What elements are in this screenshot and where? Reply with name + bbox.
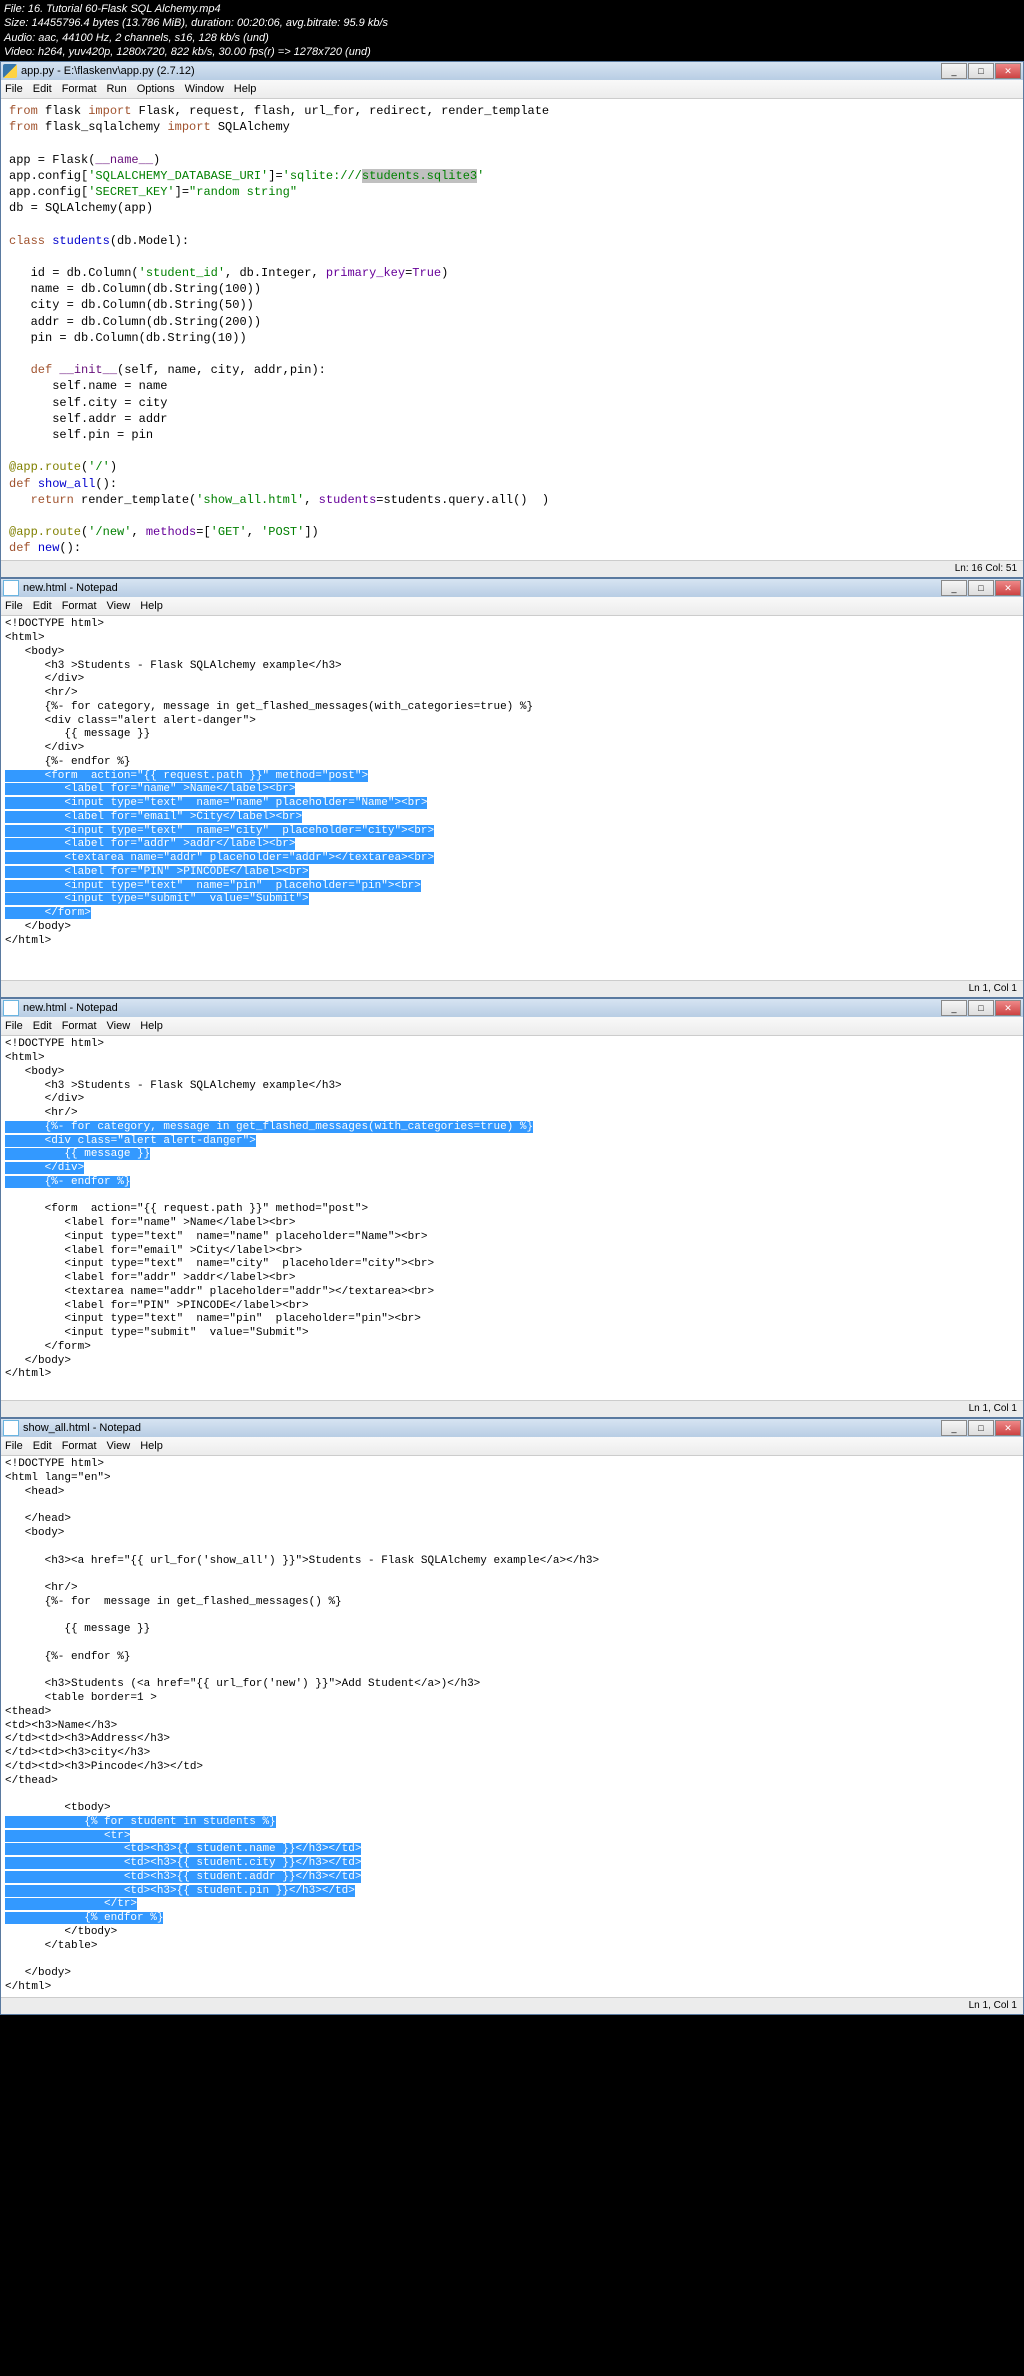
notepad1-title: new.html - Notepad — [23, 582, 941, 594]
close-button[interactable]: ✕ — [995, 1000, 1021, 1016]
notepad3-statusbar: Ln 1, Col 1 — [1, 1997, 1023, 2014]
menu-edit[interactable]: Edit — [33, 1020, 52, 1032]
notepad-icon — [3, 580, 19, 596]
notepad1-text-area[interactable]: <!DOCTYPE html> <html> <body> <h3 >Stude… — [1, 616, 1023, 980]
menu-help[interactable]: Help — [140, 1020, 163, 1032]
window-controls: _ □ ✕ — [941, 63, 1021, 79]
window-controls: _ □ ✕ — [941, 1420, 1021, 1436]
maximize-button[interactable]: □ — [968, 1000, 994, 1016]
menu-view[interactable]: View — [107, 1020, 131, 1032]
video-size-line: Size: 14455796.4 bytes (13.786 MiB), dur… — [4, 16, 1020, 30]
menu-file[interactable]: File — [5, 83, 23, 95]
notepad2-titlebar[interactable]: new.html - Notepad _ □ ✕ — [1, 999, 1023, 1017]
selected-text: students.sqlite3 — [362, 169, 477, 183]
notepad1-titlebar[interactable]: new.html - Notepad _ □ ✕ — [1, 579, 1023, 597]
close-button[interactable]: ✕ — [995, 580, 1021, 596]
close-button[interactable]: ✕ — [995, 63, 1021, 79]
minimize-button[interactable]: _ — [941, 1000, 967, 1016]
menu-run[interactable]: Run — [107, 83, 127, 95]
menu-window[interactable]: Window — [185, 83, 224, 95]
menu-options[interactable]: Options — [137, 83, 175, 95]
menu-view[interactable]: View — [107, 600, 131, 612]
menu-view[interactable]: View — [107, 1440, 131, 1452]
menu-help[interactable]: Help — [140, 1440, 163, 1452]
menu-edit[interactable]: Edit — [33, 600, 52, 612]
menu-edit[interactable]: Edit — [33, 1440, 52, 1452]
notepad3-menubar: File Edit Format View Help — [1, 1437, 1023, 1456]
selected-text: {%- for category, message in get_flashed… — [5, 1121, 533, 1188]
notepad1-statusbar: Ln 1, Col 1 — [1, 980, 1023, 997]
python-code-editor[interactable]: from flask import Flask, request, flash,… — [1, 99, 1023, 560]
window-controls: _ □ ✕ — [941, 1000, 1021, 1016]
maximize-button[interactable]: □ — [968, 63, 994, 79]
video-audio-line: Audio: aac, 44100 Hz, 2 channels, s16, 1… — [4, 31, 1020, 45]
idle-menubar: File Edit Format Run Options Window Help — [1, 80, 1023, 99]
notepad-icon — [3, 1000, 19, 1016]
menu-file[interactable]: File — [5, 1020, 23, 1032]
notepad-icon — [3, 1420, 19, 1436]
menu-format[interactable]: Format — [62, 600, 97, 612]
notepad2-title: new.html - Notepad — [23, 1002, 941, 1014]
selected-text: {% for student in students %} <tr> <td><… — [5, 1816, 361, 1924]
video-video-line: Video: h264, yuv420p, 1280x720, 822 kb/s… — [4, 45, 1020, 59]
window-controls: _ □ ✕ — [941, 580, 1021, 596]
menu-file[interactable]: File — [5, 600, 23, 612]
notepad2-statusbar: Ln 1, Col 1 — [1, 1400, 1023, 1417]
minimize-button[interactable]: _ — [941, 63, 967, 79]
minimize-button[interactable]: _ — [941, 1420, 967, 1436]
notepad-window-1: new.html - Notepad _ □ ✕ File Edit Forma… — [0, 578, 1024, 998]
notepad3-text-area[interactable]: <!DOCTYPE html> <html lang="en"> <head> … — [1, 1456, 1023, 1996]
video-file-line: File: 16. Tutorial 60-Flask SQL Alchemy.… — [4, 2, 1020, 16]
menu-edit[interactable]: Edit — [33, 83, 52, 95]
menu-format[interactable]: Format — [62, 83, 97, 95]
notepad1-menubar: File Edit Format View Help — [1, 597, 1023, 616]
maximize-button[interactable]: □ — [968, 1420, 994, 1436]
idle-titlebar[interactable]: app.py - E:\flaskenv\app.py (2.7.12) _ □… — [1, 62, 1023, 80]
notepad2-text-area[interactable]: <!DOCTYPE html> <html> <body> <h3 >Stude… — [1, 1036, 1023, 1400]
minimize-button[interactable]: _ — [941, 580, 967, 596]
python-icon — [3, 64, 17, 78]
selected-text: <form action="{{ request.path }}" method… — [5, 770, 434, 920]
menu-help[interactable]: Help — [140, 600, 163, 612]
video-metadata-overlay: File: 16. Tutorial 60-Flask SQL Alchemy.… — [0, 0, 1024, 61]
notepad-window-3: show_all.html - Notepad _ □ ✕ File Edit … — [0, 1418, 1024, 2014]
menu-file[interactable]: File — [5, 1440, 23, 1452]
notepad3-title: show_all.html - Notepad — [23, 1422, 941, 1434]
menu-help[interactable]: Help — [234, 83, 257, 95]
idle-statusbar: Ln: 16 Col: 51 — [1, 560, 1023, 577]
notepad-window-2: new.html - Notepad _ □ ✕ File Edit Forma… — [0, 998, 1024, 1418]
menu-format[interactable]: Format — [62, 1020, 97, 1032]
notepad2-menubar: File Edit Format View Help — [1, 1017, 1023, 1036]
idle-editor-window: app.py - E:\flaskenv\app.py (2.7.12) _ □… — [0, 61, 1024, 578]
close-button[interactable]: ✕ — [995, 1420, 1021, 1436]
idle-title: app.py - E:\flaskenv\app.py (2.7.12) — [21, 65, 941, 77]
menu-format[interactable]: Format — [62, 1440, 97, 1452]
maximize-button[interactable]: □ — [968, 580, 994, 596]
notepad3-titlebar[interactable]: show_all.html - Notepad _ □ ✕ — [1, 1419, 1023, 1437]
